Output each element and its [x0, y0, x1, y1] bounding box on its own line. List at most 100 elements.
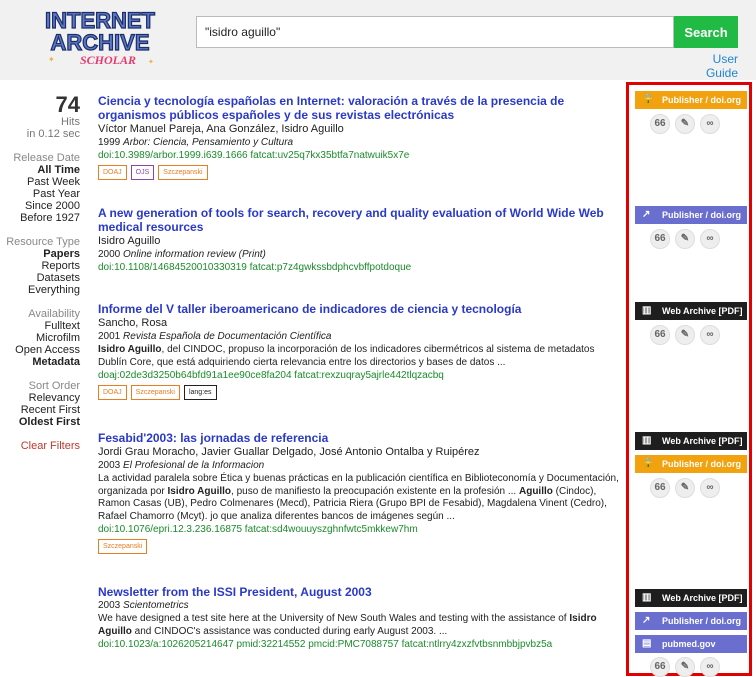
- result-identifiers[interactable]: doi:10.1076/epri.12.3.236.16875 fatcat:s…: [98, 523, 620, 537]
- result-year: 2003: [98, 600, 121, 611]
- result-authors: Jordi Grau Moracho, Javier Guallar Delga…: [98, 446, 480, 458]
- abstract-text: , del CINDOC, propuso la incorporación d…: [98, 344, 595, 368]
- tag-ojs: OJS: [130, 165, 155, 180]
- header: INTERNET ARCHIVE SCHOLAR ✦ ✦ Search User…: [0, 0, 756, 80]
- link-icon[interactable]: ∞: [700, 657, 720, 677]
- result-actions: 66 ✎ ∞: [650, 114, 740, 134]
- result-venue: 2003 Scientometrics: [98, 599, 620, 612]
- result-identifiers[interactable]: doi:10.1023/a:1026205214647 pmid:3221455…: [98, 638, 620, 652]
- filter-title: Release Date: [13, 152, 80, 164]
- result-title[interactable]: Ciencia y tecnología españolas en Intern…: [98, 94, 620, 122]
- result-actions: 66 ✎ ∞: [650, 657, 740, 677]
- access-label: Publisher / doi.org: [662, 459, 742, 469]
- publisher-access-button[interactable]: ↗ Publisher / doi.org: [635, 206, 747, 224]
- result-journal: Arbor: Ciencia, Pensamiento y Cultura: [123, 137, 294, 148]
- lock-icon: 🔒: [642, 94, 655, 105]
- filter-past-week[interactable]: Past Week: [0, 176, 80, 188]
- access-label: Publisher / doi.org: [662, 95, 742, 105]
- filter-since-2000[interactable]: Since 2000: [0, 200, 80, 212]
- link-icon[interactable]: ∞: [700, 114, 720, 134]
- tag-doaj: DOAJ: [98, 385, 127, 400]
- result-year: 2001: [98, 331, 121, 342]
- tag-language: lang:es: [183, 385, 217, 400]
- link-icon[interactable]: ∞: [700, 478, 720, 498]
- sidebar: 74 Hits in 0.12 sec Release Date All Tim…: [0, 92, 80, 453]
- result-identifiers[interactable]: doi:10.3989/arbor.1999.i639.1666 fatcat:…: [98, 149, 620, 163]
- result-abstract: La actividad paralela sobre Ética y buen…: [98, 473, 620, 523]
- result-identifiers[interactable]: doaj:02de3d3250b64bfd91a1ee90ce8fa204 fa…: [98, 369, 620, 383]
- sort-oldest-first[interactable]: Oldest First: [0, 416, 80, 428]
- cite-icon[interactable]: 66: [650, 478, 670, 498]
- edit-icon[interactable]: ✎: [675, 657, 695, 677]
- internet-archive-scholar-logo[interactable]: INTERNET ARCHIVE SCHOLAR ✦ ✦: [30, 6, 170, 68]
- abstract-text: We have designed a test site here at the…: [98, 613, 570, 624]
- result-venue: 2001 Revista Española de Documentación C…: [98, 330, 620, 343]
- resource-type-filter: Resource Type Papers Reports Datasets Ev…: [0, 236, 80, 296]
- hits-count: 74: [55, 92, 80, 117]
- filter-datasets[interactable]: Datasets: [0, 272, 80, 284]
- result-actions: 66 ✎ ∞: [650, 325, 740, 345]
- hits-time: in 0.12 sec: [26, 128, 80, 140]
- result-abstract: We have designed a test site here at the…: [98, 613, 620, 638]
- publisher-access-button[interactable]: 🔒 Publisher / doi.org: [635, 455, 747, 473]
- edit-icon[interactable]: ✎: [675, 325, 695, 345]
- cite-icon[interactable]: 66: [650, 114, 670, 134]
- highlight: Aguillo: [518, 485, 553, 497]
- edit-icon[interactable]: ✎: [675, 114, 695, 134]
- access-label: Web Archive [PDF]: [662, 306, 743, 316]
- web-archive-pdf-button[interactable]: ▥ Web Archive [PDF]: [635, 302, 747, 320]
- result-title[interactable]: Newsletter from the ISSI President, Augu…: [98, 585, 620, 599]
- edit-icon[interactable]: ✎: [675, 478, 695, 498]
- abstract-text: , puso de manifiesto la preocupación exi…: [231, 485, 519, 497]
- result-title[interactable]: Informe del V taller iberoamericano de i…: [98, 302, 620, 316]
- result-identifiers[interactable]: doi:10.1108/14684520010330319 fatcat:p7z…: [98, 261, 620, 275]
- search-button[interactable]: Search: [674, 16, 738, 48]
- sort-relevancy[interactable]: Relevancy: [0, 392, 80, 404]
- pubmed-button[interactable]: ▤ pubmed.gov: [635, 635, 747, 653]
- filter-everything[interactable]: Everything: [0, 284, 80, 296]
- filter-open-access[interactable]: Open Access: [0, 344, 80, 356]
- logo-text-archive: ARCHIVE: [50, 30, 149, 55]
- highlight: Isidro Aguillo: [98, 344, 162, 355]
- filter-all-time[interactable]: All Time: [0, 164, 80, 176]
- filter-microfilm[interactable]: Microfilm: [0, 332, 80, 344]
- access-label: Publisher / doi.org: [662, 616, 742, 626]
- external-link-icon: ↗: [642, 209, 651, 220]
- web-archive-pdf-button[interactable]: ▥ Web Archive [PDF]: [635, 589, 747, 607]
- result-journal: Revista Española de Documentación Cientí…: [123, 331, 332, 342]
- result-journal: Scientometrics: [123, 600, 189, 611]
- edit-icon[interactable]: ✎: [675, 229, 695, 249]
- tag-szczepanski: Szczepanski: [158, 165, 208, 180]
- filter-fulltext[interactable]: Fulltext: [0, 320, 80, 332]
- document-icon: ▤: [642, 638, 652, 649]
- link-icon[interactable]: ∞: [700, 229, 720, 249]
- cite-icon[interactable]: 66: [650, 657, 670, 677]
- sort-order-filter: Sort Order Relevancy Recent First Oldest…: [0, 380, 80, 428]
- logo-text-scholar: SCHOLAR: [80, 53, 136, 67]
- clear-filters-link[interactable]: Clear Filters: [0, 440, 80, 452]
- filter-title: Sort Order: [28, 380, 80, 392]
- filter-reports[interactable]: Reports: [0, 260, 80, 272]
- publisher-access-button[interactable]: ↗ Publisher / doi.org: [635, 612, 747, 630]
- filter-past-year[interactable]: Past Year: [0, 188, 80, 200]
- logo-star-icon: ✦: [48, 55, 55, 64]
- publisher-access-button[interactable]: 🔒 Publisher / doi.org: [635, 91, 747, 109]
- web-archive-pdf-button[interactable]: ▥ Web Archive [PDF]: [635, 432, 747, 450]
- cite-icon[interactable]: 66: [650, 229, 670, 249]
- logo-star-icon: ✦: [148, 58, 154, 66]
- result-authors: Sancho, Rosa: [98, 317, 168, 329]
- result-title[interactable]: A new generation of tools for search, re…: [98, 206, 620, 234]
- user-guide-link[interactable]: User Guide: [680, 52, 738, 80]
- result-year: 2000: [98, 249, 121, 260]
- sort-recent-first[interactable]: Recent First: [0, 404, 80, 416]
- result-venue: 1999 Arbor: Ciencia, Pensamiento y Cultu…: [98, 136, 620, 149]
- link-icon[interactable]: ∞: [700, 325, 720, 345]
- access-options-panel: 🔒 Publisher / doi.org 66 ✎ ∞ ↗ Publisher /…: [626, 82, 752, 677]
- search-input[interactable]: [196, 16, 674, 48]
- filter-before-1927[interactable]: Before 1927: [0, 212, 80, 224]
- result-title[interactable]: Fesabid'2003: las jornadas de referencia: [98, 431, 620, 445]
- highlight: Isidro Aguillo: [167, 485, 232, 497]
- filter-papers[interactable]: Papers: [0, 248, 80, 260]
- cite-icon[interactable]: 66: [650, 325, 670, 345]
- filter-metadata[interactable]: Metadata: [0, 356, 80, 368]
